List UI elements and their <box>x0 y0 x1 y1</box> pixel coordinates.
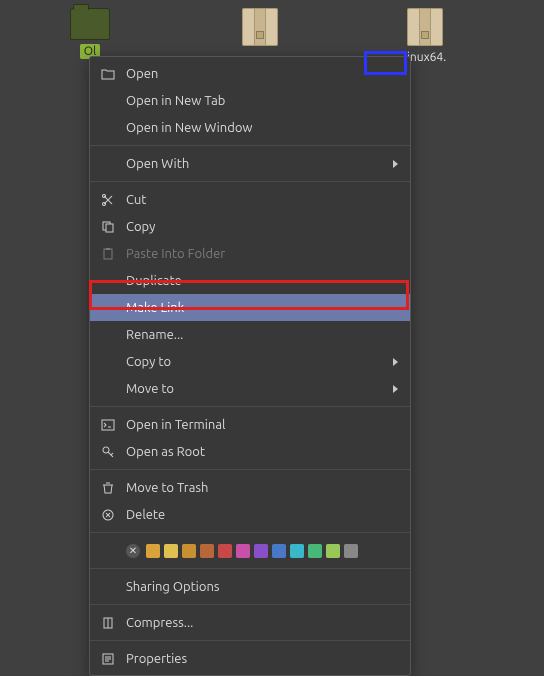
menu-separator <box>90 568 410 569</box>
color-swatch[interactable] <box>254 544 268 558</box>
archive-icon <box>407 8 443 46</box>
color-swatch[interactable] <box>308 544 322 558</box>
menu-open-new-tab[interactable]: Open in New Tab <box>90 87 410 114</box>
menu-label: Open With <box>126 157 393 171</box>
menu-sharing-options[interactable]: Sharing Options <box>90 573 410 600</box>
blank-icon <box>100 327 116 343</box>
menu-separator <box>90 604 410 605</box>
compress-icon <box>100 615 116 631</box>
blank-icon <box>100 354 116 370</box>
menu-label: Copy to <box>126 355 393 369</box>
chevron-right-icon <box>393 160 398 168</box>
context-menu: Open Open in New Tab Open in New Window … <box>89 56 411 676</box>
paste-icon <box>100 246 116 262</box>
menu-separator <box>90 469 410 470</box>
menu-open[interactable]: Open <box>90 60 410 87</box>
scissors-icon <box>100 192 116 208</box>
menu-rename[interactable]: Rename... <box>90 321 410 348</box>
archive-icon <box>242 8 278 46</box>
blank-icon <box>100 300 116 316</box>
delete-icon <box>100 507 116 523</box>
menu-open-new-window[interactable]: Open in New Window <box>90 114 410 141</box>
properties-icon <box>100 651 116 667</box>
menu-separator <box>90 406 410 407</box>
menu-separator <box>90 532 410 533</box>
color-swatch[interactable] <box>344 544 358 558</box>
terminal-icon <box>100 417 116 433</box>
blank-icon <box>100 120 116 136</box>
menu-label: Compress... <box>126 616 398 630</box>
menu-move-to[interactable]: Move to <box>90 375 410 402</box>
menu-label: Cut <box>126 193 398 207</box>
menu-label: Move to Trash <box>126 481 398 495</box>
blank-icon <box>100 93 116 109</box>
color-swatch[interactable] <box>146 544 160 558</box>
menu-label: Sharing Options <box>126 580 398 594</box>
color-swatch[interactable] <box>164 544 178 558</box>
menu-separator <box>90 640 410 641</box>
menu-compress[interactable]: Compress... <box>90 609 410 636</box>
chevron-right-icon <box>393 385 398 393</box>
menu-label: Open in New Tab <box>126 94 398 108</box>
chevron-right-icon <box>393 358 398 366</box>
menu-label: Paste Into Folder <box>126 247 398 261</box>
menu-copy-to[interactable]: Copy to <box>90 348 410 375</box>
color-swatch[interactable] <box>272 544 286 558</box>
menu-label: Duplicate <box>126 274 398 288</box>
menu-label: Move to <box>126 382 393 396</box>
menu-properties[interactable]: Properties <box>90 645 410 672</box>
copy-icon <box>100 219 116 235</box>
color-swatch[interactable] <box>236 544 250 558</box>
menu-label: Copy <box>126 220 398 234</box>
trash-icon <box>100 480 116 496</box>
blank-icon <box>100 156 116 172</box>
menu-separator <box>90 181 410 182</box>
menu-label: Open <box>126 67 398 81</box>
folder-icon <box>70 8 110 40</box>
menu-label: Rename... <box>126 328 398 342</box>
color-tag-row: ✕ <box>90 537 410 564</box>
color-swatch[interactable] <box>218 544 232 558</box>
menu-delete[interactable]: Delete <box>90 501 410 528</box>
menu-label: Open as Root <box>126 445 398 459</box>
menu-cut[interactable]: Cut <box>90 186 410 213</box>
key-icon <box>100 444 116 460</box>
folder-open-icon <box>100 66 116 82</box>
color-swatch[interactable] <box>200 544 214 558</box>
menu-separator <box>90 145 410 146</box>
menu-open-with[interactable]: Open With <box>90 150 410 177</box>
menu-label: Properties <box>126 652 398 666</box>
menu-label: Open in Terminal <box>126 418 398 432</box>
menu-move-to-trash[interactable]: Move to Trash <box>90 474 410 501</box>
menu-duplicate[interactable]: Duplicate <box>90 267 410 294</box>
color-clear-button[interactable]: ✕ <box>126 544 140 558</box>
color-swatch[interactable] <box>326 544 340 558</box>
menu-label: Delete <box>126 508 398 522</box>
menu-label: Open in New Window <box>126 121 398 135</box>
file-item-folder[interactable]: Ol <box>50 8 130 59</box>
blank-icon <box>100 273 116 289</box>
blank-icon <box>100 381 116 397</box>
menu-open-terminal[interactable]: Open in Terminal <box>90 411 410 438</box>
color-swatch[interactable] <box>290 544 304 558</box>
menu-make-link[interactable]: Make Link <box>90 294 410 321</box>
blank-icon <box>100 579 116 595</box>
menu-paste-into-folder: Paste Into Folder <box>90 240 410 267</box>
menu-open-as-root[interactable]: Open as Root <box>90 438 410 465</box>
menu-copy[interactable]: Copy <box>90 213 410 240</box>
color-swatch[interactable] <box>182 544 196 558</box>
menu-label: Make Link <box>126 301 398 315</box>
